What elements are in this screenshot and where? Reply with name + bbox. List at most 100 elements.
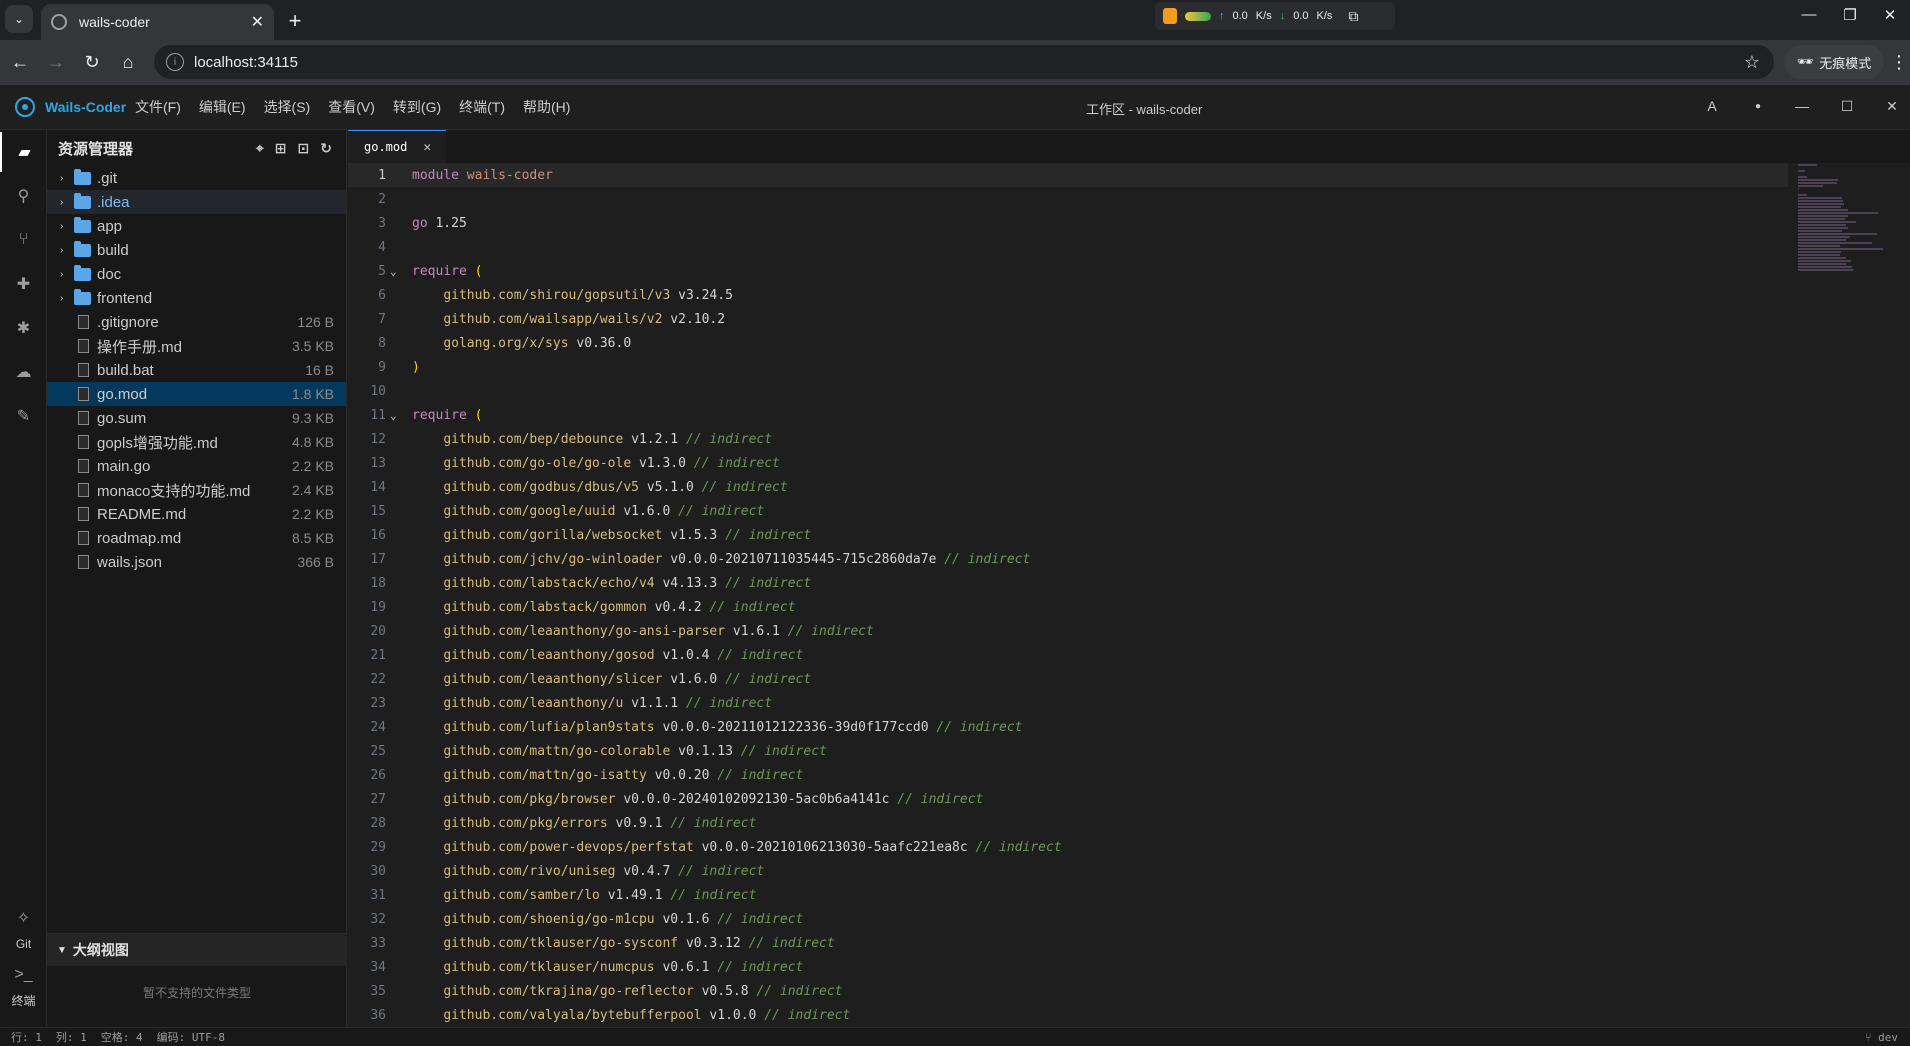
code-line[interactable]: 26 github.com/mattn/go-isatty v0.0.20 //…	[348, 763, 1788, 787]
code-line[interactable]: 10	[348, 379, 1788, 403]
folder-item[interactable]: › frontend	[47, 286, 346, 310]
code-line[interactable]: 2	[348, 187, 1788, 211]
code-line[interactable]: 30 github.com/rivo/uniseg v0.4.7 // indi…	[348, 859, 1788, 883]
new-tab-button[interactable]: +	[282, 8, 308, 34]
code-line[interactable]: 4	[348, 235, 1788, 259]
address-bar[interactable]: i localhost:34115 ☆	[154, 45, 1774, 79]
browser-tab[interactable]: wails-coder ✕	[41, 4, 274, 40]
code-view[interactable]: 1 module wails-coder 2 3 go 1.25 4 5 ⌄ require (…	[348, 163, 1788, 1027]
file-item[interactable]: build.bat 16 B	[47, 358, 346, 382]
code-line[interactable]: 25 github.com/mattn/go-colorable v0.1.13…	[348, 739, 1788, 763]
status-spaces[interactable]: 空格: 4	[101, 1029, 143, 1045]
minimize-window-icon[interactable]: —	[1794, 6, 1824, 23]
font-button[interactable]: A	[1702, 98, 1722, 114]
menu-selection[interactable]: 选择(S)	[264, 97, 311, 117]
folder-item[interactable]: › build	[47, 238, 346, 262]
chevron-right-icon[interactable]: ›	[60, 245, 70, 256]
code-line[interactable]: 1 module wails-coder	[348, 163, 1788, 187]
code-line[interactable]: 32 github.com/shoenig/go-m1cpu v0.1.6 //…	[348, 907, 1788, 931]
git-label[interactable]: Git	[0, 937, 47, 951]
code-line[interactable]: 14 github.com/godbus/dbus/v5 v5.1.0 // i…	[348, 475, 1788, 499]
new-folder-icon[interactable]: ⊡	[298, 140, 310, 157]
file-item[interactable]: gopls增强功能.md 4.8 KB	[47, 430, 346, 454]
code-line[interactable]: 18 github.com/labstack/echo/v4 v4.13.3 /…	[348, 571, 1788, 595]
code-line[interactable]: 9)	[348, 355, 1788, 379]
close-window-icon[interactable]: ✕	[1875, 6, 1905, 24]
code-line[interactable]: 22 github.com/leaanthony/slicer v1.6.0 /…	[348, 667, 1788, 691]
status-encoding[interactable]: 编码: UTF-8	[157, 1029, 225, 1045]
code-line[interactable]: 23 github.com/leaanthony/u v1.1.1 // ind…	[348, 691, 1788, 715]
folder-item[interactable]: › .git	[47, 166, 346, 190]
app-close-icon[interactable]: ✕	[1882, 98, 1902, 115]
code-line[interactable]: 36 github.com/valyala/bytebufferpool v1.…	[348, 1003, 1788, 1027]
outline-header[interactable]: ▼ 大纲视图	[47, 934, 347, 966]
bookmark-star-icon[interactable]: ☆	[1744, 52, 1760, 73]
app-maximize-icon[interactable]: ☐	[1837, 98, 1857, 115]
code-line[interactable]: 19 github.com/labstack/gommon v0.4.2 // …	[348, 595, 1788, 619]
debug-icon[interactable]: ✱	[0, 308, 47, 348]
code-line[interactable]: 31 github.com/samber/lo v1.49.1 // indir…	[348, 883, 1788, 907]
code-line[interactable]: 24 github.com/lufia/plan9stats v0.0.0-20…	[348, 715, 1788, 739]
code-line[interactable]: 34 github.com/tklauser/numcpus v0.6.1 //…	[348, 955, 1788, 979]
folder-item[interactable]: › app	[47, 214, 346, 238]
file-item[interactable]: wails.json 366 B	[47, 550, 346, 574]
locate-file-icon[interactable]: ⌖	[256, 140, 264, 157]
fold-chevron-icon[interactable]: ⌄	[390, 409, 404, 422]
theme-dot-icon[interactable]: ●	[1748, 101, 1768, 112]
menu-go[interactable]: 转到(G)	[393, 97, 441, 117]
code-line[interactable]: 17 github.com/jchv/go-winloader v0.0.0-2…	[348, 547, 1788, 571]
app-minimize-icon[interactable]: —	[1792, 98, 1812, 114]
folder-item[interactable]: › .idea	[47, 190, 346, 214]
menu-view[interactable]: 查看(V)	[328, 97, 375, 117]
code-line[interactable]: 5 ⌄ require (	[348, 259, 1788, 283]
terminal-icon[interactable]: >_	[0, 960, 47, 990]
file-item[interactable]: .gitignore 126 B	[47, 310, 346, 334]
browser-menu-icon[interactable]: ⋮	[1890, 52, 1908, 73]
explorer-icon[interactable]: ▰	[0, 132, 47, 172]
tools-icon[interactable]: ✎	[0, 396, 47, 436]
code-line[interactable]: 12 github.com/bep/debounce v1.2.1 // ind…	[348, 427, 1788, 451]
status-row[interactable]: 行: 1	[11, 1029, 42, 1045]
restore-window-icon[interactable]: ❐	[1835, 6, 1865, 24]
source-control-icon[interactable]: ⑂	[0, 220, 47, 260]
status-col[interactable]: 列: 1	[56, 1029, 87, 1045]
code-line[interactable]: 27 github.com/pkg/browser v0.0.0-2024010…	[348, 787, 1788, 811]
code-line[interactable]: 35 github.com/tkrajina/go-reflector v0.5…	[348, 979, 1788, 1003]
url-text[interactable]: localhost:34115	[194, 54, 298, 71]
close-editor-tab-icon[interactable]: ✕	[423, 140, 431, 155]
code-line[interactable]: 28 github.com/pkg/errors v0.9.1 // indir…	[348, 811, 1788, 835]
code-line[interactable]: 21 github.com/leaanthony/gosod v1.0.4 //…	[348, 643, 1788, 667]
search-icon[interactable]: ⚲	[0, 176, 47, 216]
chevron-right-icon[interactable]: ›	[60, 293, 70, 304]
close-tab-icon[interactable]: ✕	[251, 12, 264, 32]
code-line[interactable]: 11 ⌄ require (	[348, 403, 1788, 427]
fold-chevron-icon[interactable]: ⌄	[390, 265, 404, 278]
file-item[interactable]: main.go 2.2 KB	[47, 454, 346, 478]
code-line[interactable]: 8 golang.org/x/sys v0.36.0	[348, 331, 1788, 355]
chevron-right-icon[interactable]: ›	[60, 269, 70, 280]
file-item[interactable]: go.sum 9.3 KB	[47, 406, 346, 430]
extensions-icon[interactable]: ✚	[0, 264, 47, 304]
code-line[interactable]: 3 go 1.25	[348, 211, 1788, 235]
minimap[interactable]	[1788, 163, 1910, 273]
menu-edit[interactable]: 编辑(E)	[199, 97, 246, 117]
code-line[interactable]: 7 github.com/wailsapp/wails/v2 v2.10.2	[348, 307, 1788, 331]
screenshot-icon[interactable]: ⧉	[1348, 8, 1358, 25]
terminal-label[interactable]: 终端	[0, 992, 47, 1009]
tab-search-button[interactable]: ⌄	[5, 5, 33, 33]
brave-shield-icon[interactable]	[1163, 8, 1177, 24]
reload-button[interactable]: ↻	[76, 47, 108, 79]
menu-help[interactable]: 帮助(H)	[523, 97, 570, 117]
menu-terminal[interactable]: 终端(T)	[459, 97, 505, 117]
file-item[interactable]: README.md 2.2 KB	[47, 502, 346, 526]
file-item[interactable]: 操作手册.md 3.5 KB	[47, 334, 346, 358]
folder-item[interactable]: › doc	[47, 262, 346, 286]
site-info-icon[interactable]: i	[166, 53, 184, 71]
chevron-right-icon[interactable]: ›	[60, 221, 70, 232]
code-line[interactable]: 33 github.com/tklauser/go-sysconf v0.3.1…	[348, 931, 1788, 955]
extension-bar-icon[interactable]	[1185, 11, 1211, 21]
home-button[interactable]: ⌂	[112, 47, 144, 79]
refresh-icon[interactable]: ↻	[320, 140, 332, 157]
status-branch[interactable]: ⑂ dev	[1865, 1031, 1898, 1044]
code-line[interactable]: 6 github.com/shirou/gopsutil/v3 v3.24.5	[348, 283, 1788, 307]
